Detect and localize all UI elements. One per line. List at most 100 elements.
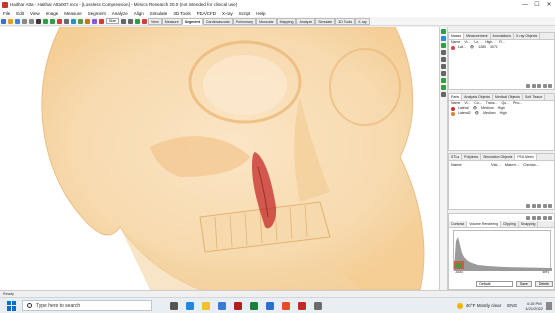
volume-icon[interactable] — [92, 18, 97, 24]
menu-script[interactable]: Script — [236, 11, 254, 16]
save-icon[interactable] — [15, 18, 20, 24]
acrobat-icon[interactable] — [298, 301, 306, 310]
menu-image[interactable]: Image — [43, 11, 62, 16]
tab-medical-objects[interactable]: Medical Objects — [493, 94, 523, 100]
histogram-chart[interactable]: -1024 3071 — [453, 230, 552, 274]
save-preset-button[interactable]: Save — [515, 281, 532, 287]
light-icon[interactable] — [537, 215, 541, 220]
tab-segment[interactable]: Segment — [181, 17, 203, 25]
menu-measure[interactable]: Measure — [61, 11, 85, 16]
file-explorer-icon[interactable] — [202, 301, 210, 310]
tab-clipping[interactable]: Clipping — [501, 221, 519, 227]
preset-dropdown[interactable]: Default — [476, 281, 513, 287]
tab-muscular[interactable]: Muscular — [256, 17, 277, 25]
menu-help[interactable]: Help — [253, 11, 268, 16]
tool-icon-6[interactable] — [441, 64, 446, 69]
tab-stls[interactable]: STLs — [449, 154, 463, 160]
reset-icon[interactable] — [542, 215, 547, 220]
col-name[interactable]: Name — [449, 161, 489, 168]
tool-icon-1[interactable] — [441, 29, 446, 34]
tab-measurement[interactable]: Measurement — [464, 33, 491, 39]
menu-view[interactable]: View — [27, 11, 43, 16]
new-project-icon[interactable] — [1, 18, 6, 24]
export-icon[interactable] — [531, 203, 536, 208]
menu-simulate[interactable]: Simulate — [147, 11, 171, 16]
tab-simulation-objects[interactable]: Simulation Objects — [481, 154, 516, 160]
tool-icon-7[interactable] — [441, 71, 446, 76]
table-row[interactable]: Lat... 👁 1280 3071 — [449, 45, 554, 50]
col-phong[interactable]: Pho... — [511, 101, 524, 106]
tab-3d-tools[interactable]: 3D Tools — [335, 17, 356, 25]
tool-icon-3[interactable] — [441, 43, 446, 48]
properties-icon[interactable] — [542, 203, 547, 208]
settings-icon[interactable] — [526, 215, 530, 220]
preset-icon[interactable] — [531, 215, 536, 220]
edge-icon[interactable] — [186, 301, 194, 310]
tab-annotations[interactable]: Annotations — [491, 33, 515, 39]
contrast-icon[interactable] — [85, 18, 90, 24]
tab-analyze[interactable]: Analyze — [296, 17, 316, 25]
col-contact[interactable]: Contac... — [521, 161, 541, 168]
app-icon[interactable] — [314, 301, 322, 310]
col-visible[interactable]: Visi... — [489, 161, 503, 168]
tab-view[interactable]: View — [148, 17, 162, 25]
tab-fea-mesh[interactable]: FEA Mesh — [515, 154, 537, 160]
import-icon[interactable] — [526, 203, 530, 208]
more-icon[interactable] — [548, 203, 552, 208]
menu-3d-tools[interactable]: 3D Tools — [170, 11, 193, 16]
tab-parts[interactable]: Parts — [449, 94, 463, 100]
delete-preset-button[interactable]: Delete — [534, 281, 553, 287]
windows-start-icon[interactable] — [7, 300, 17, 311]
tab-masks[interactable]: Masks — [449, 33, 465, 39]
pan-icon[interactable] — [43, 18, 48, 24]
close-button[interactable]: ✕ — [543, 0, 555, 9]
notification-icon[interactable] — [546, 301, 552, 310]
delete-icon[interactable] — [537, 203, 541, 208]
measure-icon[interactable] — [78, 18, 83, 24]
undo-icon[interactable] — [22, 18, 27, 24]
store-icon[interactable] — [218, 301, 226, 310]
tab-mapping[interactable]: Mapping — [276, 17, 297, 25]
word-icon[interactable] — [266, 301, 274, 310]
tab-soft-tissue[interactable]: Soft Tissue — [523, 94, 546, 100]
add-mask-icon[interactable] — [526, 83, 530, 88]
tab-contrast[interactable]: Contrast — [449, 221, 468, 227]
delete-icon[interactable] — [537, 83, 541, 88]
excel-icon[interactable] — [250, 301, 258, 310]
layout-icon[interactable] — [71, 18, 76, 24]
stop-icon[interactable] — [142, 18, 147, 24]
tab-cardiovascular[interactable]: Cardiovascular — [202, 17, 233, 25]
redo-icon[interactable] — [29, 18, 34, 24]
language-indicator[interactable]: ENG — [507, 303, 517, 308]
tool-icon-8[interactable] — [441, 78, 446, 83]
crosshair-icon[interactable] — [57, 18, 62, 24]
eye-icon[interactable]: 👁 — [468, 45, 476, 50]
rotate-icon[interactable] — [64, 18, 69, 24]
menu-edit[interactable]: Edit — [13, 11, 27, 16]
tab-analysis-objects[interactable]: Analysis Objects — [462, 94, 494, 100]
settings-icon[interactable] — [128, 18, 133, 24]
weather-text[interactable]: 40°F Mostly clear — [466, 303, 502, 308]
menu-fea-cfd[interactable]: FEA/CFD — [194, 11, 219, 16]
menu-analyze[interactable]: Analyze — [109, 11, 131, 16]
clock[interactable]: 4:15 PM 1/21/2022 — [525, 301, 543, 311]
zoom-icon[interactable] — [50, 18, 55, 24]
more-icon[interactable] — [548, 215, 552, 220]
minimize-button[interactable]: — — [519, 0, 531, 9]
size-dropdown[interactable]: Size — [106, 18, 119, 24]
more-icon[interactable] — [548, 83, 552, 88]
tool-icon-9[interactable] — [441, 85, 446, 90]
chrome-icon[interactable] — [282, 301, 290, 310]
mimics-taskbar-icon[interactable] — [234, 301, 242, 310]
properties-icon[interactable] — [542, 83, 547, 88]
3d-viewport[interactable] — [0, 27, 439, 290]
tab-pulmonary[interactable]: Pulmonary — [232, 17, 257, 25]
tab-volume-rendering[interactable]: Volume Rendering — [467, 221, 502, 227]
menu-file[interactable]: File — [0, 11, 13, 16]
menu-x-ray[interactable]: X-ray — [219, 11, 236, 16]
duplicate-icon[interactable] — [531, 83, 536, 88]
grid-icon[interactable] — [121, 18, 126, 24]
tool-icon-10[interactable] — [441, 92, 446, 97]
menu-segment[interactable]: Segment — [85, 11, 109, 16]
record-icon[interactable] — [99, 18, 104, 24]
